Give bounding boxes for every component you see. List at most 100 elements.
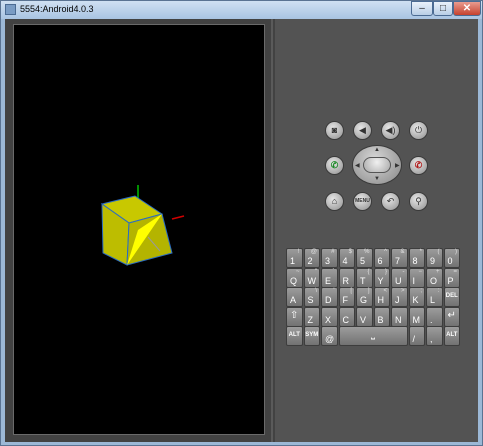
key-0-3[interactable]: 4 $: [338, 248, 355, 268]
key-1-4[interactable]: T{: [356, 267, 373, 288]
key-1-5[interactable]: Y}: [373, 267, 390, 288]
alt-key-label: ALT: [288, 332, 300, 338]
comma-key[interactable]: ,: [426, 326, 443, 346]
key-alt-label: [: [350, 288, 352, 294]
panel-divider: [271, 19, 273, 442]
app-icon: [5, 4, 16, 15]
close-button[interactable]: ✕: [453, 1, 481, 16]
key-0-4[interactable]: 5%: [356, 248, 373, 268]
enter-icon: ↵: [447, 309, 456, 321]
volume-up-button[interactable]: ◀): [381, 121, 400, 140]
sym-key[interactable]: SYM: [303, 326, 320, 346]
end-call-button[interactable]: ✆: [409, 156, 428, 175]
key-3-7[interactable]: M: [408, 306, 425, 327]
key-alt-label: ;: [420, 288, 422, 294]
key-2-3[interactable]: F[: [338, 287, 355, 307]
x-axis: [171, 215, 185, 220]
key-1-0[interactable]: Q ~: [286, 267, 303, 288]
key-alt-label: ~: [295, 268, 300, 275]
minimize-button[interactable]: –: [411, 1, 433, 16]
camera-button[interactable]: ◙: [325, 121, 344, 140]
key-2-4[interactable]: G]: [356, 287, 373, 307]
key-label: W: [307, 275, 317, 286]
key-label: A: [290, 295, 297, 305]
control-panel: ◙ ◀ ◀) ⏻ ✆ ▲ ▼ ◀ ▶ ✆ ⌂ MENU ↶ ⚲ 1! 2 @3 #4 $5% 6 ^ 7 &…: [275, 19, 478, 442]
dpad-center-button[interactable]: [363, 157, 391, 173]
key-alt-label: !: [297, 249, 300, 255]
key-0-2[interactable]: 3 #: [321, 248, 338, 268]
key-1-2[interactable]: E ´: [321, 267, 338, 288]
key-label: Q: [290, 275, 298, 286]
device-screen[interactable]: [13, 24, 265, 435]
key-3-2[interactable]: X: [321, 306, 338, 327]
title-bar[interactable]: 5554:Android4.0.3 – □ ✕: [1, 1, 482, 19]
key-alt-label: >: [400, 288, 405, 294]
key-0-5[interactable]: 6 ^: [373, 248, 390, 268]
key-3-5[interactable]: B: [373, 306, 390, 327]
key-2-6[interactable]: J >: [391, 287, 408, 307]
key-label: H: [377, 295, 385, 305]
key-1-3[interactable]: R: [338, 267, 355, 288]
key-2-5[interactable]: H <: [373, 287, 390, 307]
key-2-7[interactable]: K;: [408, 287, 425, 307]
key-1-1[interactable]: W ": [303, 267, 320, 288]
key-3-1[interactable]: Z: [303, 306, 320, 327]
key-2-2[interactable]: D ': [321, 287, 338, 307]
search-icon: ⚲: [415, 196, 422, 206]
key-label: 3: [325, 256, 331, 266]
maximize-button[interactable]: □: [433, 1, 453, 16]
dpad[interactable]: ▲ ▼ ◀ ▶: [352, 145, 402, 185]
key-0-1[interactable]: 2 @: [303, 248, 320, 268]
key-0-8[interactable]: 9(: [426, 248, 443, 268]
alt-key[interactable]: ALT: [286, 326, 303, 346]
key-2-9[interactable]: DEL: [443, 287, 460, 307]
key-alt-label: (: [437, 249, 440, 255]
key-0-6[interactable]: 7 &: [391, 248, 408, 268]
key-label: L: [430, 295, 436, 305]
back-icon: ↶: [386, 196, 395, 206]
key-0-9[interactable]: 0): [443, 248, 460, 268]
key-3-8[interactable]: .: [426, 306, 443, 327]
search-button[interactable]: ⚲: [409, 192, 428, 211]
space-key[interactable]: ⎵: [338, 326, 408, 346]
key-2-1[interactable]: S \: [303, 287, 320, 307]
key-label: 9: [430, 256, 436, 266]
key-label: X: [325, 314, 332, 325]
key-1-9[interactable]: P =: [443, 267, 460, 288]
key-1-6[interactable]: U-: [391, 267, 408, 288]
key-2-8[interactable]: L:: [426, 287, 443, 307]
key-0-0[interactable]: 1!: [286, 248, 303, 268]
key-label: S: [307, 295, 314, 305]
key-3-4[interactable]: V: [356, 306, 373, 327]
key-3-6[interactable]: N: [391, 306, 408, 327]
key-alt-label: =: [453, 268, 457, 275]
back-button[interactable]: ↶: [381, 192, 400, 211]
key-label: 0: [447, 256, 453, 266]
call-button[interactable]: ✆: [325, 156, 344, 175]
dpad-down-icon[interactable]: ▼: [374, 176, 380, 182]
key-alt-label: −: [418, 268, 422, 275]
key-alt-label: &: [400, 249, 405, 255]
menu-button[interactable]: MENU: [353, 192, 372, 211]
key-1-7[interactable]: I −: [408, 267, 425, 288]
key-2-0[interactable]: A: [286, 287, 303, 307]
at-key[interactable]: @: [321, 326, 338, 346]
alt-right-key[interactable]: ALT: [443, 326, 460, 346]
dpad-up-icon[interactable]: ▲: [374, 147, 380, 153]
volume-down-button[interactable]: ◀: [353, 121, 372, 140]
key-3-0[interactable]: ⇧: [286, 306, 303, 327]
key-alt-label: %: [364, 249, 370, 255]
key-1-8[interactable]: O +: [426, 267, 443, 288]
dpad-right-icon[interactable]: ▶: [395, 162, 400, 169]
dpad-left-icon[interactable]: ◀: [355, 162, 360, 169]
power-button[interactable]: ⏻: [409, 121, 428, 140]
power-icon: ⏻: [414, 125, 423, 135]
home-button[interactable]: ⌂: [325, 192, 344, 211]
key-0-7[interactable]: 8 *: [408, 248, 425, 268]
slash-key[interactable]: /: [408, 326, 425, 346]
comma-key-label: ,: [430, 334, 433, 344]
key-alt-label: +: [435, 268, 440, 275]
key-3-3[interactable]: C: [338, 306, 355, 327]
key-3-9[interactable]: ↵: [443, 306, 460, 327]
scene-canvas: [100, 185, 185, 266]
